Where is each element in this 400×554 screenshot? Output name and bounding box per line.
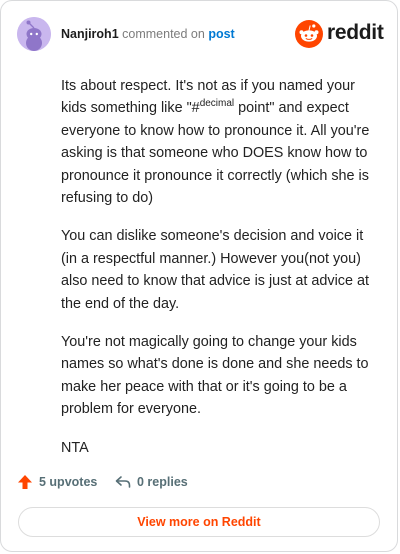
embedded-comment-card: Nanjiroh1 commented on post reddit Its a… [0, 0, 398, 552]
reddit-snoo-icon [295, 20, 323, 48]
comment-actions: 5 upvotes 0 replies [17, 471, 381, 493]
upvote-count: 5 upvotes [39, 475, 98, 489]
comment-paragraph-4: NTA [61, 439, 89, 456]
comment-paragraph-1: Its about respect. It's not as if you na… [61, 78, 370, 207]
reddit-logo[interactable]: reddit [295, 20, 384, 48]
comment-meta: Nanjiroh1 commented on post [61, 27, 235, 41]
action-text: commented on [122, 27, 205, 41]
reply-arrow-icon [115, 476, 131, 488]
comment-header: Nanjiroh1 commented on post reddit [17, 17, 384, 51]
snoo-avatar-icon[interactable] [17, 17, 51, 51]
comment-paragraph-2: You can dislike someone's decision and v… [61, 228, 369, 312]
post-link[interactable]: post [208, 27, 234, 41]
superscript-decimal: decimal [199, 98, 235, 110]
view-more-on-reddit-button[interactable]: View more on Reddit [18, 507, 380, 537]
reddit-wordmark: reddit [327, 21, 384, 44]
replies-button[interactable]: 0 replies [115, 471, 188, 493]
reply-count: 0 replies [137, 475, 188, 489]
upvote-arrow-icon [18, 475, 32, 489]
upvote-button[interactable]: 5 upvotes [17, 471, 97, 493]
comment-body: Its about respect. It's not as if you na… [61, 75, 375, 475]
username-link[interactable]: Nanjiroh1 [61, 27, 119, 41]
comment-paragraph-3: You're not magically going to change you… [61, 334, 369, 418]
